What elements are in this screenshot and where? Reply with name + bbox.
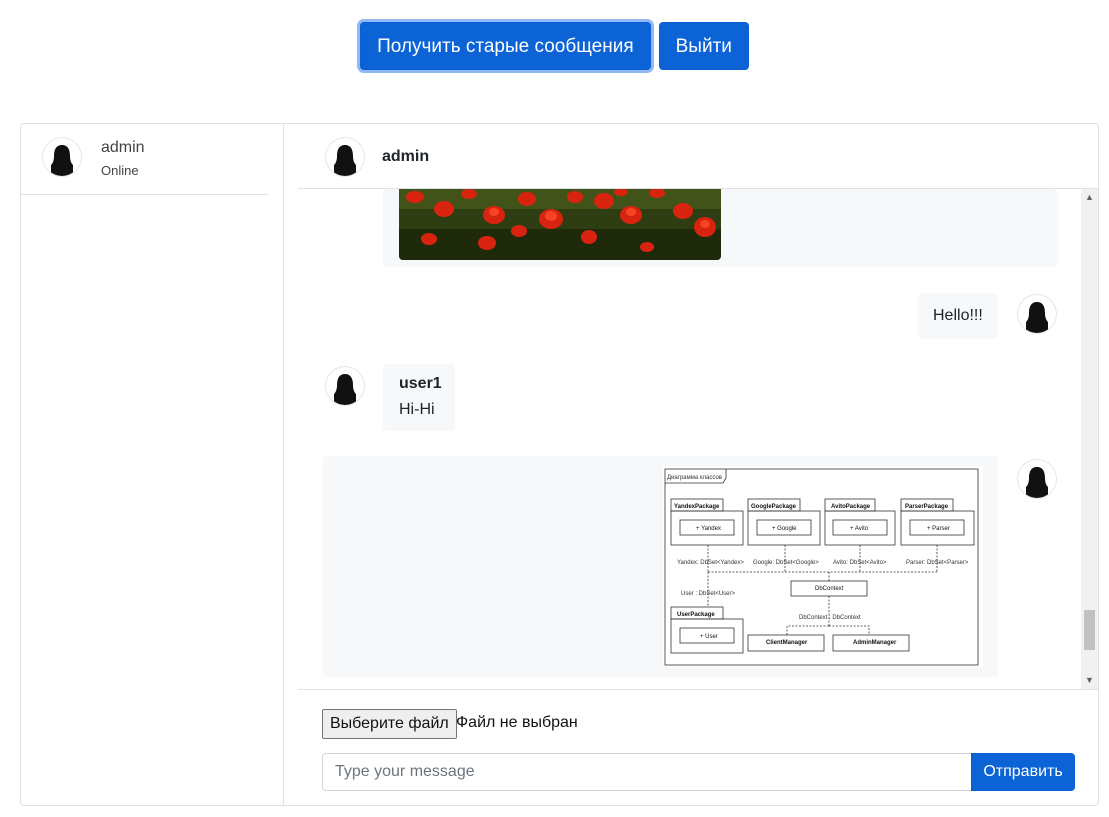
send-button[interactable]: Отправить	[971, 753, 1075, 791]
svg-text:+ Google: + Google	[772, 526, 797, 532]
message-bubble-own: Hello!!!	[918, 293, 998, 339]
svg-text:+ Yandex: + Yandex	[696, 526, 721, 532]
poppy-field-image[interactable]	[399, 189, 721, 260]
package-google: GooglePackage + Google	[747, 498, 821, 546]
contact-item-admin[interactable]: admin Online	[21, 124, 268, 195]
chat-pane: admin Hello!!! user1 Hi-Hi Диаграмма кла…	[283, 124, 1098, 805]
svg-text:DbContext: DbContext	[815, 586, 844, 592]
class-client-manager: ClientManager	[747, 634, 825, 652]
message-list[interactable]: Hello!!! user1 Hi-Hi Диаграмма классов Y…	[298, 189, 1098, 689]
svg-text:+ User: + User	[700, 634, 718, 640]
svg-text:User : DbSet<User>: User : DbSet<User>	[681, 591, 736, 597]
chat-card: admin Online admin Hello!!! user1 Hi-Hi …	[20, 123, 1099, 806]
message-author: user1	[399, 375, 442, 392]
load-old-messages-button[interactable]: Получить старые сообщения	[360, 22, 651, 70]
choose-file-button[interactable]: Выберите файл	[322, 709, 457, 739]
svg-text:AvitoPackage: AvitoPackage	[831, 504, 871, 510]
message-text: Hello!!!	[933, 307, 983, 324]
svg-text:Parser: DbSet<Parser>: Parser: DbSet<Parser>	[906, 560, 969, 566]
svg-text:AdminManager: AdminManager	[853, 640, 897, 646]
contact-name: admin	[101, 139, 145, 156]
svg-text:GooglePackage: GooglePackage	[751, 504, 797, 510]
file-status: Файл не выбран	[456, 714, 578, 731]
chat-title: admin	[382, 148, 430, 165]
package-parser: ParserPackage + Parser	[900, 498, 975, 546]
contacts-sidebar: admin Online	[21, 124, 284, 805]
scroll-up-arrow-icon[interactable]: ▲	[1081, 189, 1098, 206]
svg-text:ClientManager: ClientManager	[766, 640, 808, 646]
package-yandex: YandexPackage + Yandex	[670, 498, 744, 546]
package-avito: AvitoPackage + Avito	[824, 498, 896, 546]
scroll-thumb[interactable]	[1084, 610, 1095, 650]
scroll-down-arrow-icon[interactable]: ▼	[1081, 672, 1098, 689]
avatar-icon	[326, 138, 364, 176]
message-scrollbar[interactable]: ▲ ▼	[1081, 189, 1098, 689]
svg-text:Yandex: DbSet<Yandex>: Yandex: DbSet<Yandex>	[677, 560, 744, 566]
message-text: Hi-Hi	[399, 401, 435, 418]
svg-text:UserPackage: UserPackage	[677, 612, 715, 618]
message-bubble-incoming: user1 Hi-Hi	[383, 364, 455, 431]
svg-text:ParserPackage: ParserPackage	[905, 504, 949, 510]
avatar-icon	[43, 138, 81, 176]
class-admin-manager: AdminManager	[832, 634, 910, 652]
class-diagram-image[interactable]: Диаграмма классов YandexPackage + Yandex…	[663, 466, 983, 667]
avatar-icon	[1018, 295, 1056, 333]
avatar-icon	[1018, 460, 1056, 498]
logout-button[interactable]: Выйти	[658, 22, 749, 70]
top-toolbar: Получить старые сообщения Выйти	[0, 22, 1109, 70]
message-input[interactable]	[322, 753, 972, 791]
diagram-title: Диаграмма классов	[667, 475, 722, 481]
svg-text:DbContext : DbContext: DbContext : DbContext	[799, 615, 861, 621]
chat-header: admin	[298, 124, 1098, 189]
class-dbcontext: DbContext	[790, 580, 868, 597]
svg-text:YandexPackage: YandexPackage	[674, 504, 720, 510]
message-image-poppies	[383, 189, 1058, 267]
svg-text:+ Avito: + Avito	[850, 526, 869, 532]
svg-text:+ Parser: + Parser	[927, 526, 950, 532]
package-user: UserPackage + User	[670, 606, 744, 654]
contact-status: Online	[101, 163, 139, 178]
compose-area: Выберите файл Файл не выбран Отправить	[298, 689, 1098, 806]
svg-text:Google: DbSet<Google>: Google: DbSet<Google>	[753, 560, 819, 566]
svg-text:Avito: DbSet<Avito>: Avito: DbSet<Avito>	[833, 560, 887, 566]
message-image-diagram: Диаграмма классов YandexPackage + Yandex…	[323, 456, 998, 677]
avatar-icon	[326, 367, 364, 405]
